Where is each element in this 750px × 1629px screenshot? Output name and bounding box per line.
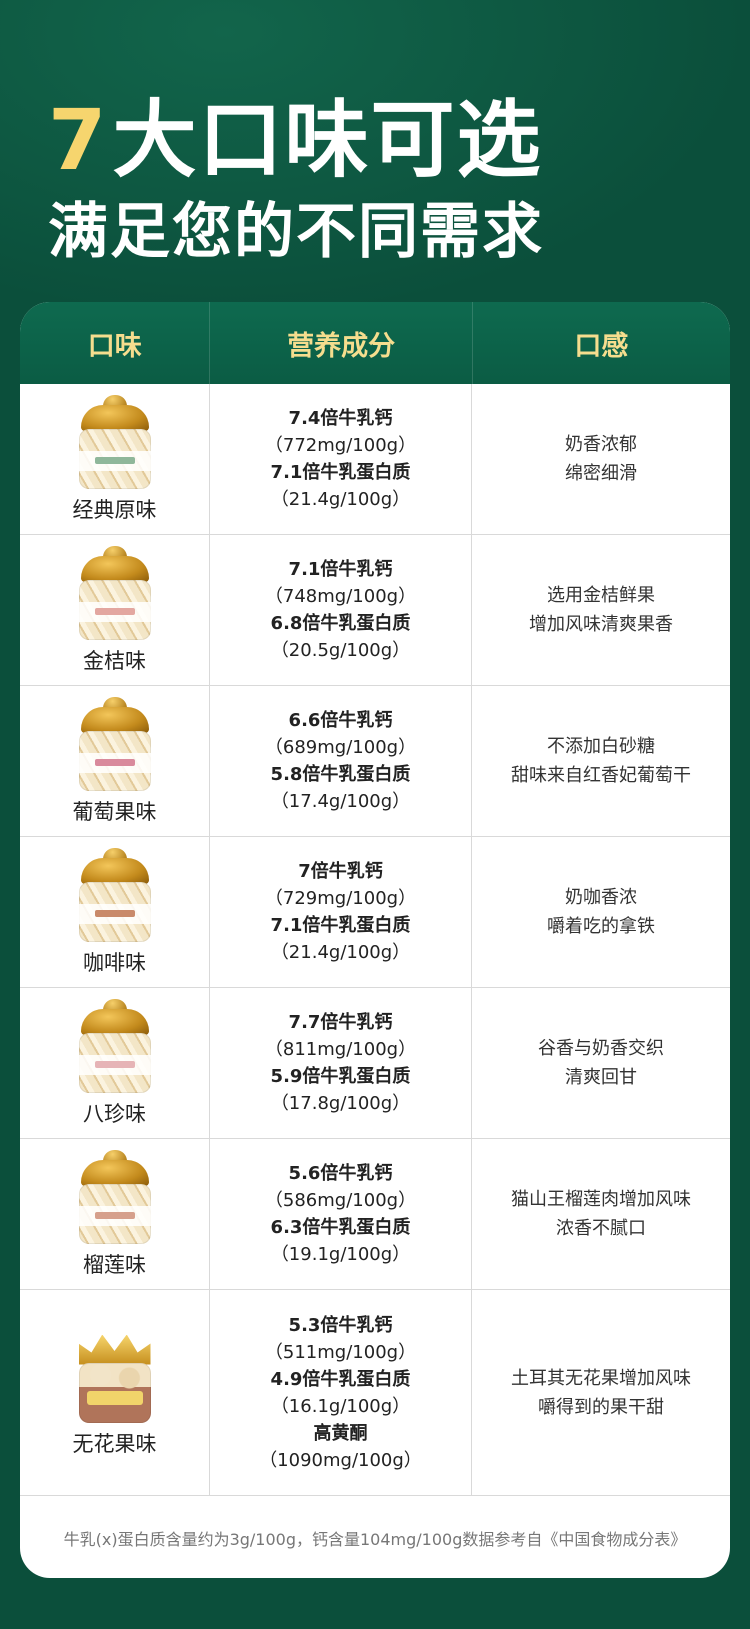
nutrition-cell: 7倍牛乳钙 （729mg/100g） 7.1倍牛乳蛋白质 （21.4g/100g… [210,837,472,987]
calcium-value: （689mg/100g） [264,737,417,758]
product-jar-image [75,848,155,944]
column-header-nutrition: 营养成分 [210,302,473,384]
flavor-name: 无花果味 [72,1431,157,1456]
taste-line: 奶香浓郁 [565,434,637,455]
taste-line: 猫山王榴莲肉增加风味 [511,1189,691,1210]
table-row: 经典原味 7.4倍牛乳钙 （772mg/100g） 7.1倍牛乳蛋白质 （21.… [20,384,730,535]
calcium-multiple: 6.6倍牛乳钙 [288,710,393,731]
calcium-multiple: 7.4倍牛乳钙 [288,408,393,429]
table-row: 榴莲味 5.6倍牛乳钙 （586mg/100g） 6.3倍牛乳蛋白质 （19.1… [20,1139,730,1290]
nutrition-cell: 7.4倍牛乳钙 （772mg/100g） 7.1倍牛乳蛋白质 （21.4g/10… [210,384,472,534]
flavonoid-value: （1090mg/100g） [259,1449,422,1471]
taste-line: 嚼着吃的拿铁 [547,916,655,937]
table-row: 金桔味 7.1倍牛乳钙 （748mg/100g） 6.8倍牛乳蛋白质 （20.5… [20,535,730,686]
column-header-flavor: 口味 [20,302,211,384]
nutrition-cell: 7.1倍牛乳钙 （748mg/100g） 6.8倍牛乳蛋白质 （20.5g/10… [210,535,472,685]
flavor-cell: 榴莲味 [20,1139,210,1289]
flavor-cell: 经典原味 [20,384,210,534]
taste-line: 土耳其无花果增加风味 [511,1367,691,1389]
nutrition-cell: 5.6倍牛乳钙 （586mg/100g） 6.3倍牛乳蛋白质 （19.1g/10… [210,1139,472,1289]
table-row: 咖啡味 7倍牛乳钙 （729mg/100g） 7.1倍牛乳蛋白质 （21.4g/… [20,837,730,988]
taste-line: 嚼得到的果干甜 [538,1396,664,1418]
product-jar-image [75,697,155,793]
flavor-cell: 咖啡味 [20,837,210,987]
taste-line: 增加风味清爽果香 [529,614,673,635]
flavor-table-card: 口味 营养成分 口感 经典原味 7.4倍牛乳钙 （772mg/100g） 7.1… [20,302,730,1578]
table-header: 口味 营养成分 口感 [20,302,730,384]
calcium-multiple: 5.3倍牛乳钙 [288,1314,393,1336]
calcium-multiple: 7.1倍牛乳钙 [288,559,393,580]
flavor-cell: 金桔味 [20,535,210,685]
flavor-cell: 无花果味 [20,1290,210,1495]
taste-cell: 奶香浓郁 绵密细滑 [472,384,730,534]
taste-cell: 选用金桔鲜果 增加风味清爽果香 [472,535,730,685]
page-subtitle: 满足您的不同需求 [48,197,544,267]
calcium-multiple: 5.6倍牛乳钙 [288,1163,393,1184]
title-number: 7 [48,91,109,189]
flavonoid-label: 高黄酮 [313,1422,368,1444]
flavor-name: 八珍味 [83,1102,146,1126]
calcium-value: （811mg/100g） [264,1039,417,1060]
flavor-name: 葡萄果味 [72,800,157,824]
page-title: 7大口味可选 [48,92,544,188]
calcium-value: （729mg/100g） [264,888,417,909]
protein-value: （17.4g/100g） [270,791,411,812]
taste-cell: 奶咖香浓 嚼着吃的拿铁 [472,837,730,987]
nutrition-cell: 7.7倍牛乳钙 （811mg/100g） 5.9倍牛乳蛋白质 （17.8g/10… [210,988,472,1138]
flavor-name: 咖啡味 [83,951,146,975]
flavor-name: 金桔味 [83,649,146,673]
flavor-name: 经典原味 [72,498,157,522]
protein-multiple: 6.8倍牛乳蛋白质 [270,613,411,634]
product-jar-image [75,1150,155,1246]
calcium-value: （586mg/100g） [264,1190,417,1211]
flavor-cell: 八珍味 [20,988,210,1138]
calcium-multiple: 7.7倍牛乳钙 [288,1012,393,1033]
protein-multiple: 4.9倍牛乳蛋白质 [270,1368,411,1390]
taste-line: 绵密细滑 [565,463,637,484]
protein-multiple: 7.1倍牛乳蛋白质 [270,462,411,483]
nutrition-cell: 6.6倍牛乳钙 （689mg/100g） 5.8倍牛乳蛋白质 （17.4g/10… [210,686,472,836]
page-heading: 7大口味可选 满足您的不同需求 [48,92,544,268]
table-row: 葡萄果味 6.6倍牛乳钙 （689mg/100g） 5.8倍牛乳蛋白质 （17.… [20,686,730,837]
flavor-name: 榴莲味 [83,1253,146,1277]
product-jar-image [75,546,155,642]
product-jar-image [75,1329,155,1425]
taste-line: 奶咖香浓 [565,887,637,908]
taste-line: 浓香不腻口 [556,1218,646,1239]
product-jar-image [75,999,155,1095]
flavor-cell: 葡萄果味 [20,686,210,836]
taste-line: 清爽回甘 [565,1067,637,1088]
data-source-footnote: 牛乳(x)蛋白质含量约为3g/100g，钙含量104mg/100g数据参考自《中… [63,1530,687,1549]
calcium-value: （772mg/100g） [264,435,417,456]
protein-value: （21.4g/100g） [270,489,411,510]
title-text: 大口味可选 [112,91,543,189]
protein-value: （16.1g/100g） [270,1395,411,1417]
protein-multiple: 5.9倍牛乳蛋白质 [270,1066,411,1087]
table-row: 八珍味 7.7倍牛乳钙 （811mg/100g） 5.9倍牛乳蛋白质 （17.8… [20,988,730,1139]
nutrition-cell: 5.3倍牛乳钙 （511mg/100g） 4.9倍牛乳蛋白质 （16.1g/10… [210,1290,472,1495]
taste-line: 选用金桔鲜果 [547,585,655,606]
protein-value: （21.4g/100g） [270,942,411,963]
taste-cell: 猫山王榴莲肉增加风味 浓香不腻口 [472,1139,730,1289]
protein-multiple: 5.8倍牛乳蛋白质 [270,764,411,785]
table-row: 无花果味 5.3倍牛乳钙 （511mg/100g） 4.9倍牛乳蛋白质 （16.… [20,1290,730,1496]
calcium-multiple: 7倍牛乳钙 [298,861,383,882]
taste-cell: 土耳其无花果增加风味 嚼得到的果干甜 [472,1290,730,1495]
taste-cell: 不添加白砂糖 甜味来自红香妃葡萄干 [472,686,730,836]
column-header-taste: 口感 [574,330,629,362]
protein-multiple: 7.1倍牛乳蛋白质 [270,915,411,936]
protein-multiple: 6.3倍牛乳蛋白质 [270,1217,411,1238]
taste-line: 不添加白砂糖 [547,736,655,757]
protein-value: （19.1g/100g） [270,1244,411,1265]
taste-line: 甜味来自红香妃葡萄干 [511,765,691,786]
taste-cell: 谷香与奶香交织 清爽回甘 [472,988,730,1138]
protein-value: （20.5g/100g） [270,640,411,661]
taste-line: 谷香与奶香交织 [538,1038,664,1059]
product-jar-image [75,395,155,491]
protein-value: （17.8g/100g） [270,1093,411,1114]
calcium-value: （511mg/100g） [264,1341,417,1363]
calcium-value: （748mg/100g） [264,586,417,607]
